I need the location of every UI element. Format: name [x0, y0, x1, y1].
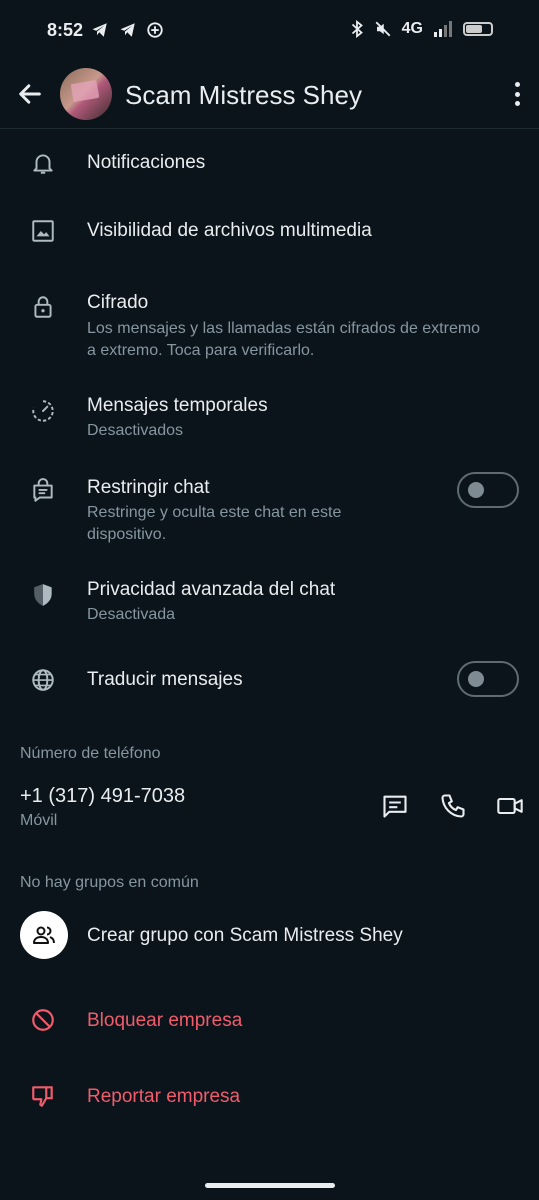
group-avatar	[20, 911, 68, 959]
globe-icon	[32, 669, 54, 691]
settings-row-title: Notificaciones	[87, 152, 206, 173]
translate-messages-toggle[interactable]	[457, 661, 519, 697]
lock-icon	[34, 296, 52, 318]
image-icon	[32, 220, 54, 242]
network-type: 4G	[401, 20, 423, 37]
bluetooth-icon	[351, 20, 363, 38]
status-time: 8:52	[47, 20, 84, 40]
settings-row-disappearing-messages[interactable]: Mensajes temporales Desactivados	[0, 384, 539, 456]
contact-name[interactable]: Scam Mistress Shey	[125, 80, 362, 111]
contact-header: Scam Mistress Shey	[0, 60, 539, 129]
signal-icon	[434, 21, 452, 37]
block-business-row[interactable]: Bloquear empresa	[0, 990, 539, 1052]
report-business-row[interactable]: Reportar empresa	[0, 1066, 539, 1128]
settings-row-restrict-chat[interactable]: Restringir chat Restringe y oculta este …	[0, 466, 539, 558]
battery-icon	[463, 22, 493, 36]
settings-row-title: Visibilidad de archivos multimedia	[87, 220, 372, 241]
settings-row-subtitle: Desactivada	[87, 606, 176, 623]
block-icon	[32, 1009, 54, 1031]
thumbs-down-icon	[32, 1086, 53, 1107]
message-icon[interactable]	[381, 792, 409, 820]
chat-lock-icon	[33, 478, 53, 502]
telegram-icon	[120, 23, 135, 37]
mute-icon	[375, 21, 391, 37]
settings-row-subtitle: Restringe y oculta este chat en este dis…	[87, 504, 342, 543]
telegram-icon	[92, 23, 107, 37]
settings-row-title: Mensajes temporales	[87, 395, 268, 416]
more-options-icon[interactable]	[513, 82, 521, 106]
settings-row-notifications[interactable]: Notificaciones	[0, 130, 539, 198]
phone-section-label: Número de teléfono	[20, 745, 161, 762]
add-circle-icon	[147, 22, 163, 38]
timer-icon	[32, 400, 54, 422]
settings-row-title: Cifrado	[87, 292, 149, 313]
video-call-icon[interactable]	[496, 792, 524, 820]
home-indicator[interactable]	[205, 1183, 335, 1188]
bell-icon	[33, 154, 53, 174]
settings-row-subtitle: Desactivados	[87, 422, 184, 439]
groups-section-label: No hay grupos en común	[20, 874, 199, 891]
status-notification-icons	[90, 21, 164, 39]
settings-row-advanced-privacy[interactable]: Privacidad avanzada del chat Desactivada	[0, 568, 539, 640]
restrict-chat-toggle[interactable]	[457, 472, 519, 508]
report-business-label: Reportar empresa	[87, 1086, 241, 1107]
avatar[interactable]	[60, 68, 112, 120]
group-icon	[33, 926, 55, 944]
settings-row-title: Traducir mensajes	[87, 669, 243, 690]
shield-icon	[34, 584, 52, 606]
settings-row-translate-messages[interactable]: Traducir mensajes	[0, 650, 539, 714]
block-business-label: Bloquear empresa	[87, 1010, 243, 1031]
phone-call-icon[interactable]	[439, 792, 467, 820]
status-system-icons: 4G	[350, 20, 493, 38]
settings-row-title: Privacidad avanzada del chat	[87, 579, 336, 600]
back-arrow-icon[interactable]	[16, 80, 44, 108]
status-bar: 8:52 4G	[0, 0, 539, 60]
phone-number[interactable]: +1 (317) 491-7038	[20, 785, 185, 808]
phone-type: Móvil	[20, 812, 58, 829]
settings-row-title: Restringir chat	[87, 477, 210, 498]
settings-row-encryption[interactable]: Cifrado Los mensajes y las llamadas está…	[0, 280, 539, 372]
create-group-label: Crear grupo con Scam Mistress Shey	[87, 925, 403, 946]
settings-row-subtitle: Los mensajes y las llamadas están cifrad…	[87, 320, 481, 359]
settings-row-media-visibility[interactable]: Visibilidad de archivos multimedia	[0, 198, 539, 266]
create-group-row[interactable]: Crear grupo con Scam Mistress Shey	[0, 905, 539, 967]
